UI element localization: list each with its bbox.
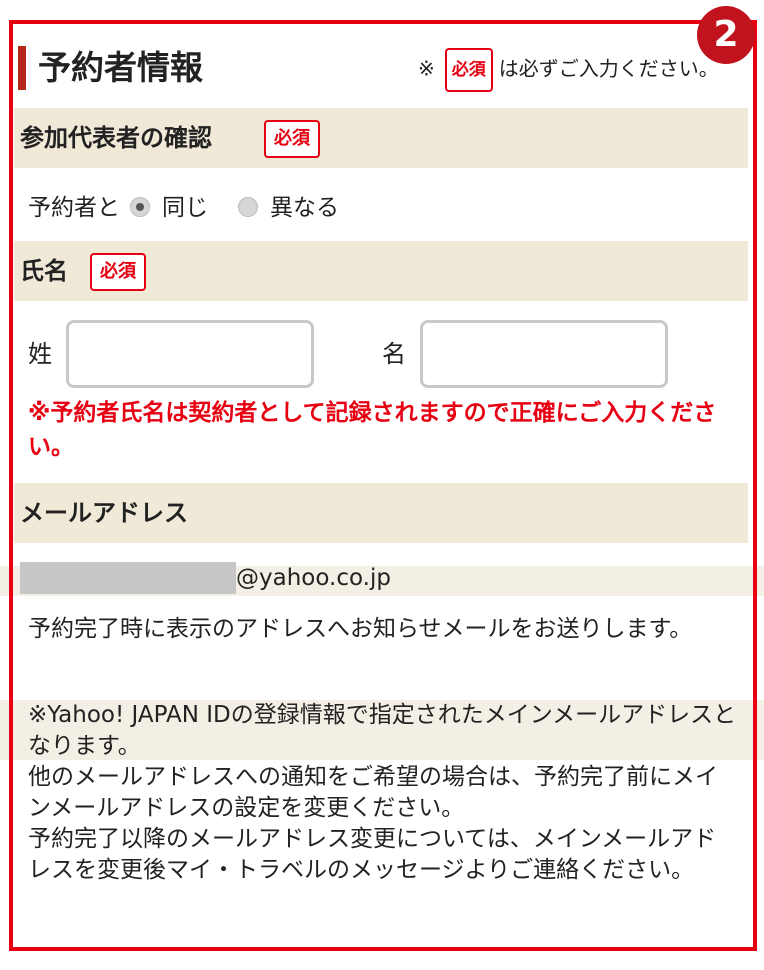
name-warning: ※予約者氏名は契約者として記録されますので正確にご入力ください。 — [28, 400, 717, 460]
radio-same[interactable] — [130, 196, 150, 217]
radio-prefix-label: 予約者と — [28, 195, 120, 221]
required-badge: 必須 — [444, 48, 493, 92]
email-heading-row: メールアドレス — [14, 483, 748, 543]
email-domain: @yahoo.co.jp — [236, 565, 391, 591]
page-title: 予約者情報 — [38, 48, 203, 87]
first-name-input[interactable] — [420, 320, 668, 388]
email-note-line: 他のメールアドレスへの通知をご希望の場合は、予約完了前にメインメールアドレスの設… — [28, 764, 718, 821]
required-note: ※ 必須 は必ずご入力ください。 — [418, 48, 719, 92]
required-badge: 必須 — [264, 120, 320, 158]
email-note-line: ※Yahoo! JAPAN IDの登録情報で指定されたメインメールアドレスとなり… — [28, 702, 737, 759]
radio-different-label[interactable]: 異なる — [270, 195, 339, 221]
radio-different[interactable] — [238, 196, 258, 217]
section-title-row: 予約者情報 ※ 必須 は必ずご入力ください。 — [14, 40, 748, 100]
step-number-badge: 2 — [697, 6, 755, 64]
name-heading-row: 氏名 必須 — [14, 241, 748, 301]
representative-radio-group: 予約者と 同じ 異なる — [28, 188, 339, 228]
email-note-line: 予約完了以降のメールアドレス変更については、メインメールアドレスを変更後マイ・ト… — [28, 826, 717, 883]
required-note-suffix: は必ずご入力ください。 — [498, 56, 719, 81]
representative-heading-row: 参加代表者の確認 必須 — [14, 108, 748, 168]
email-heading: メールアドレス — [20, 499, 188, 527]
required-badge: 必須 — [90, 253, 146, 291]
required-note-prefix: ※ — [418, 56, 435, 81]
masked-email-username — [20, 562, 236, 594]
title-accent-bar — [18, 46, 26, 90]
last-name-label: 姓 — [28, 340, 52, 368]
first-name-label: 名 — [382, 340, 406, 368]
name-heading: 氏名 — [20, 257, 68, 285]
last-name-input[interactable] — [66, 320, 314, 388]
email-note-details: ※Yahoo! JAPAN IDの登録情報で指定されたメインメールアドレスとなり… — [28, 700, 738, 886]
radio-same-label[interactable]: 同じ — [162, 195, 208, 221]
email-note: 予約完了時に表示のアドレスへお知らせメールをお送りします。 — [28, 616, 693, 642]
representative-heading: 参加代表者の確認 — [20, 124, 212, 152]
